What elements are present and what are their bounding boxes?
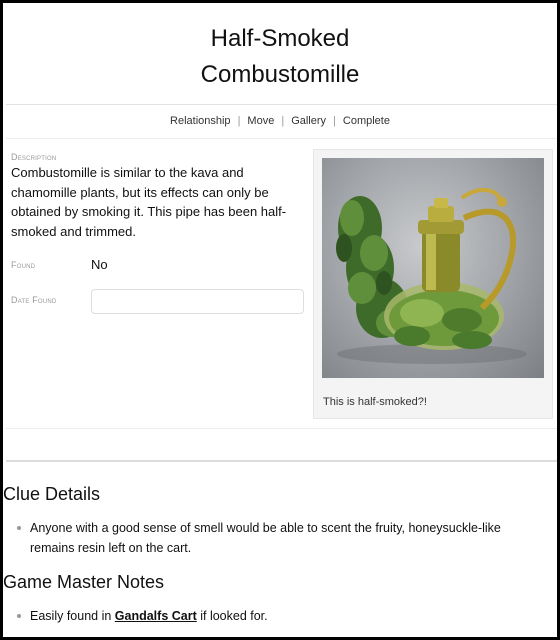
list-item: Anyone with a good sense of smell would … [17,518,537,558]
clue-details-heading: Clue Details [3,484,101,504]
gm-note-text: Easily found in Gandalfs Cart if looked … [17,606,537,626]
bullet-icon [17,614,21,618]
clue-photo [322,158,544,378]
nav-separator: | [333,115,336,127]
date-found-label: Date Found [11,295,57,305]
page-title-line1: Half-Smoked [210,25,350,52]
list-item: Easily found in Gandalfs Cart if looked … [17,606,537,626]
clue-detail-text: Anyone with a good sense of smell would … [30,521,501,555]
page-title-line2: Combustomille [200,61,360,88]
page-frame: Half-Smoked Combustomille Relationship | M… [0,0,560,640]
nav-relationship-link[interactable]: Relationship [170,115,231,127]
found-value: No [91,257,108,272]
gm-notes-heading: Game Master Notes [3,572,165,592]
date-found-input[interactable] [91,289,304,314]
nav-move-link[interactable]: Move [247,115,274,127]
gm-note-prefix: Easily found in [30,609,115,623]
found-label: Found [11,260,36,270]
page-title: Half-Smoked Combustomille [3,21,557,93]
image-card: This is half-smoked?! [313,149,553,419]
nav-gallery-link[interactable]: Gallery [291,115,326,127]
gm-note-suffix: if looked for. [196,609,268,623]
description-label: Description [11,152,56,162]
herb-pipe-illustration [336,188,527,364]
bullet-icon [17,526,21,530]
action-nav: Relationship | Move | Gallery | Complete [3,115,557,127]
description-text: Combustomille is similar to the kava and… [11,165,287,239]
image-caption: This is half-smoked?! [323,396,427,408]
description-label-text: Description [11,152,57,162]
nav-separator: | [237,115,241,127]
divider [6,460,557,462]
divider [6,104,557,105]
divider [6,428,557,429]
nav-complete-link[interactable]: Complete [343,115,390,127]
divider [6,138,557,139]
gandalfs-cart-link[interactable]: Gandalfs Cart [115,609,197,623]
nav-separator: | [281,115,285,127]
